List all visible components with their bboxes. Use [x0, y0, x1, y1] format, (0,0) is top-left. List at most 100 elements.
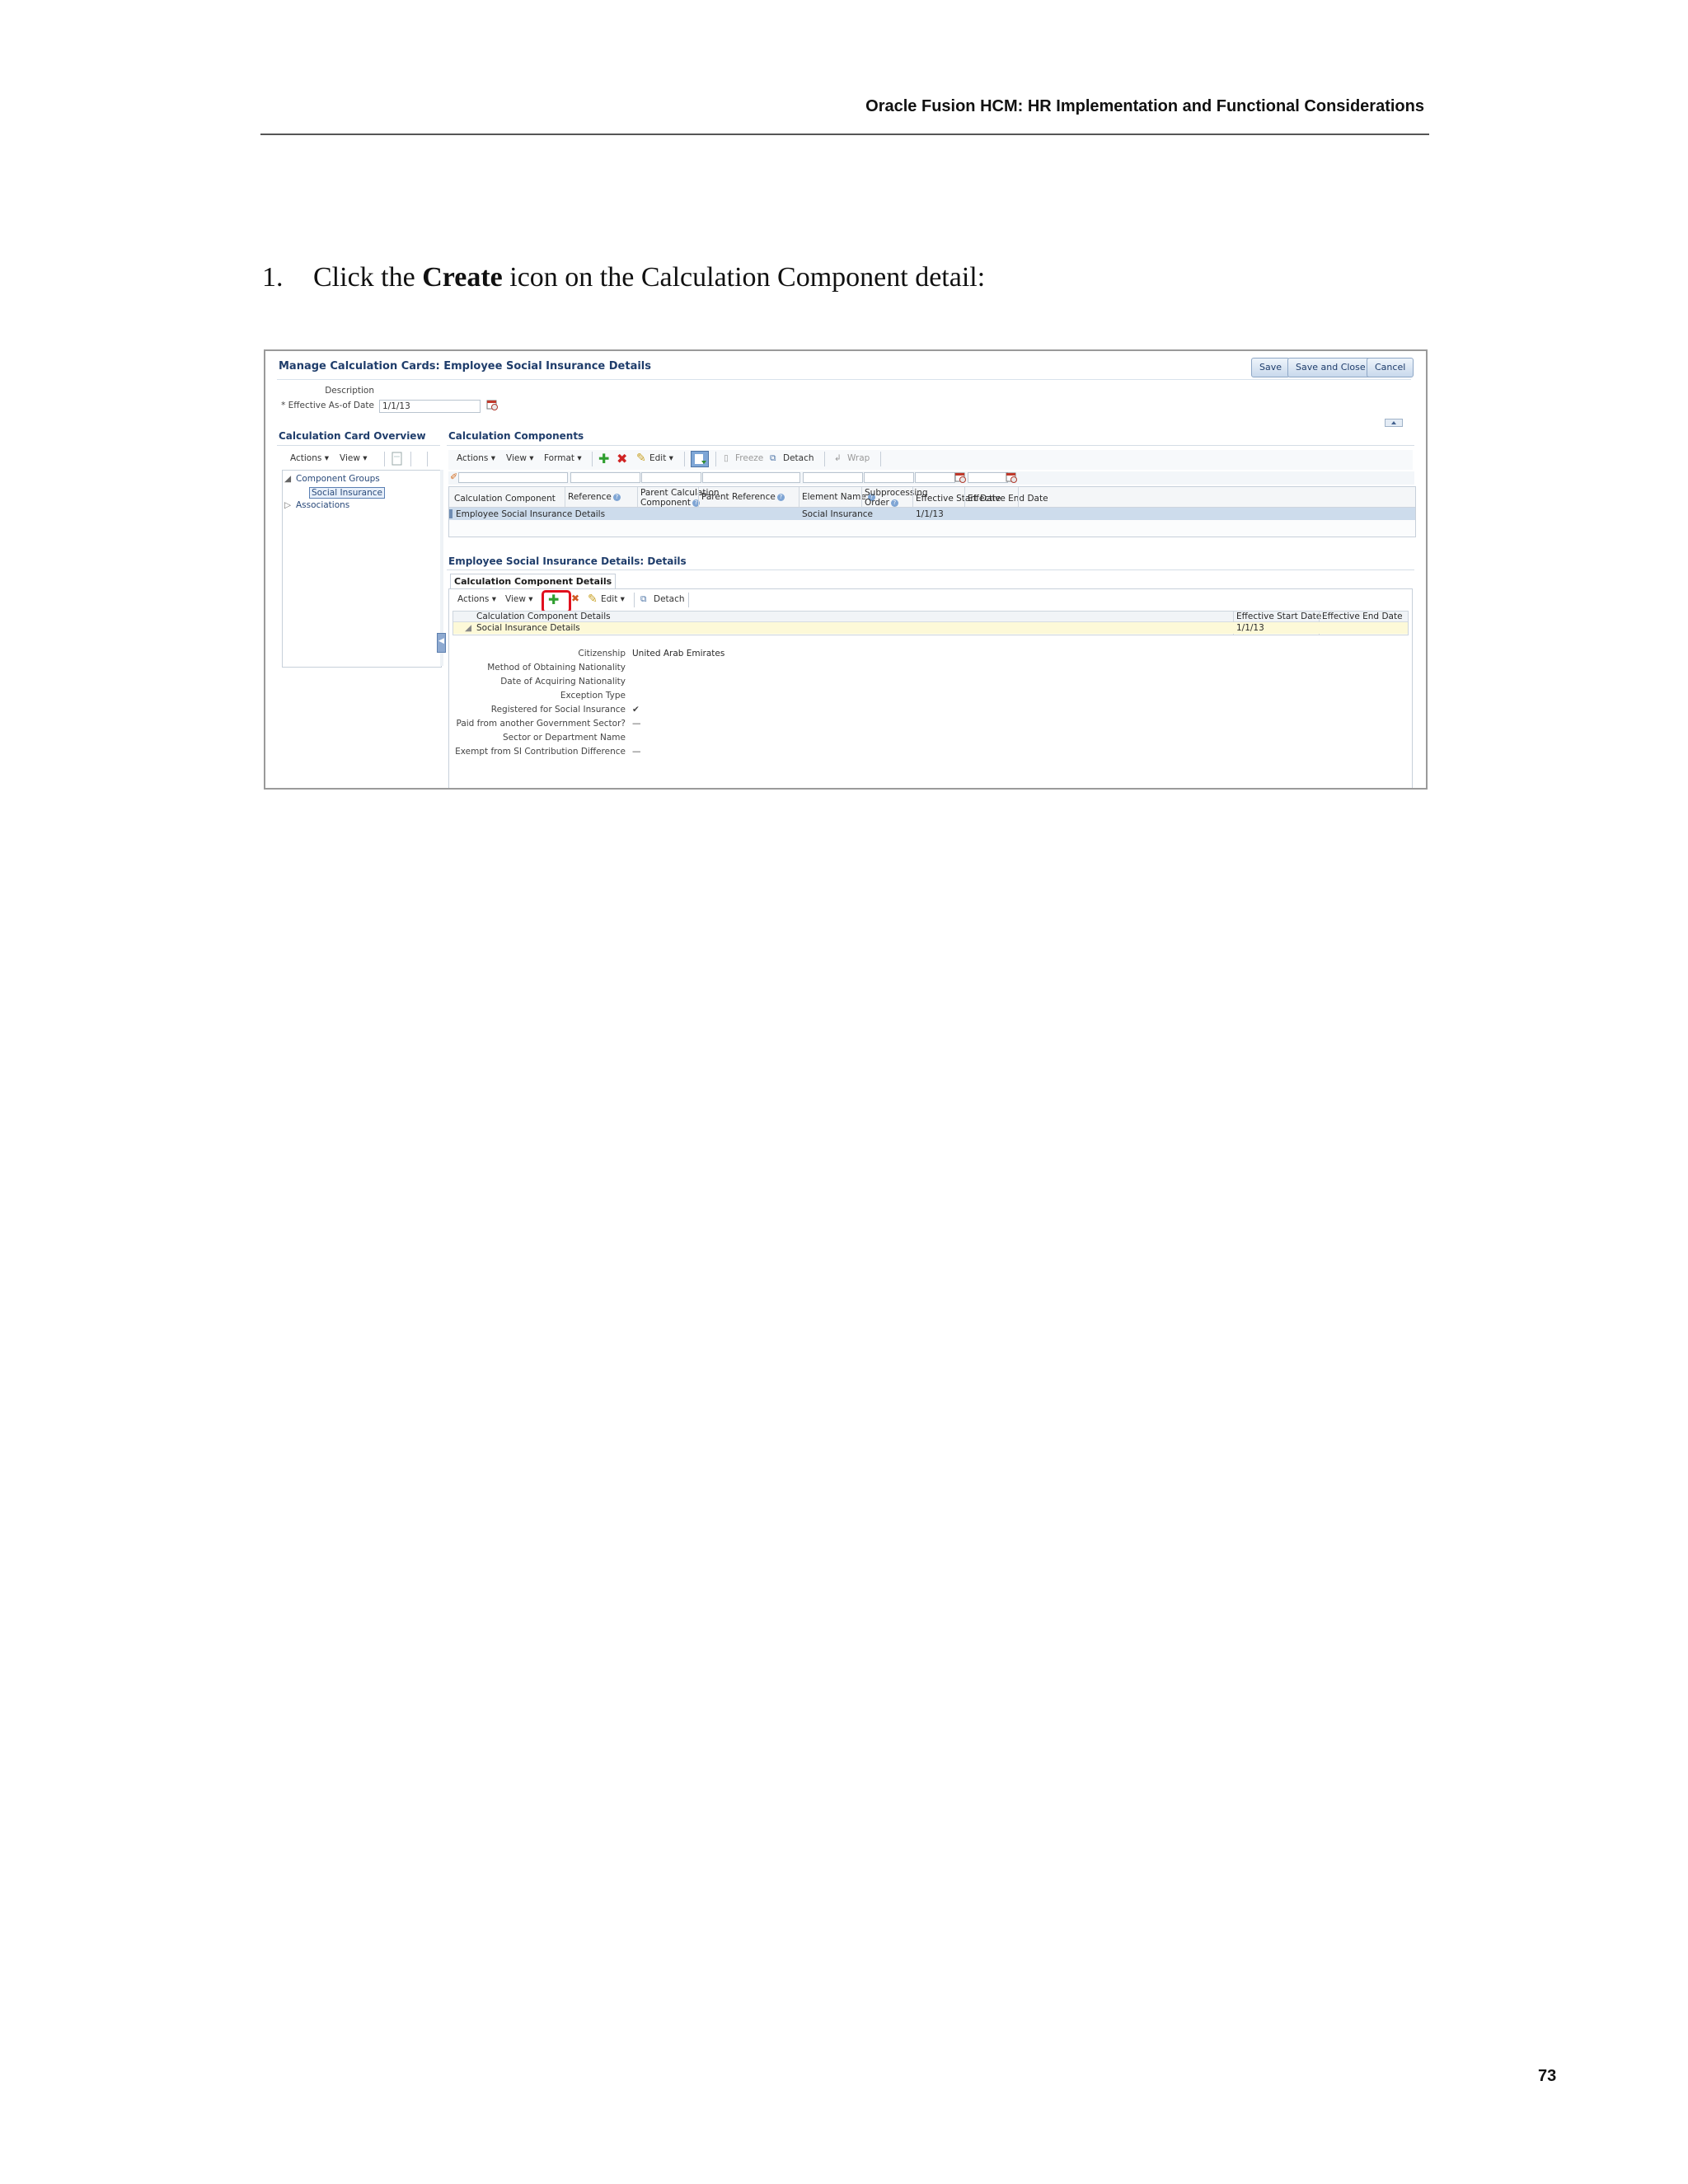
table-row[interactable]: Employee Social Insurance Details Social…	[449, 508, 1415, 520]
method-nationality-label: Method of Obtaining Nationality	[487, 663, 626, 673]
splitter-toggle[interactable]: ◀	[437, 633, 446, 653]
detach-icon[interactable]: ⧉	[770, 453, 776, 464]
tree-item-component-groups[interactable]: Component Groups	[296, 474, 380, 484]
details-col-effective-start[interactable]: Effective Start Date	[1236, 612, 1321, 621]
col-parent-reference-label: Parent Reference	[701, 492, 776, 502]
details-delete-icon[interactable]: ✖	[571, 593, 579, 604]
overview-toolbar: Actions ▾ View ▾	[279, 450, 440, 470]
components-table: Calculation Component Reference? Parent …	[448, 486, 1416, 537]
save-button[interactable]: Save	[1251, 358, 1291, 377]
filter-row: ✐	[448, 471, 1414, 485]
details-actions-menu[interactable]: Actions ▾	[457, 594, 496, 604]
row-expand-icon[interactable]: ◢	[465, 623, 471, 633]
row-effective-start: 1/1/13	[916, 509, 944, 519]
step-number: 1.	[262, 262, 284, 293]
effective-date-field[interactable]: 1/1/13	[379, 400, 481, 413]
registered-si-label: Registered for Social Insurance	[490, 705, 626, 715]
details-col-name[interactable]: Calculation Component Details	[476, 612, 611, 621]
overview-title: Calculation Card Overview	[279, 430, 426, 442]
details-form-labels: Citizenship Method of Obtaining National…	[449, 647, 626, 788]
table-row[interactable]: ◢ Social Insurance Details 1/1/13	[453, 622, 1408, 634]
overview-view-menu[interactable]: View ▾	[340, 453, 368, 463]
components-wrap-button[interactable]: Wrap	[847, 453, 870, 463]
filter-effective-end[interactable]	[968, 472, 1008, 483]
details-panel: Actions ▾ View ▾ ✚ ✖ ✎ Edit ▾ ⧉ Detach C…	[448, 588, 1413, 788]
description-label: Description	[325, 386, 374, 396]
tree-item-social-insurance[interactable]: Social Insurance	[309, 487, 385, 499]
filter-calc-component[interactable]	[458, 472, 568, 483]
citizenship-value: United Arab Emirates	[632, 649, 725, 658]
step-text-bold: Create	[422, 262, 503, 293]
clear-filter-icon[interactable]: ✐	[450, 471, 457, 482]
calendar-icon[interactable]	[486, 399, 498, 410]
details-create-icon[interactable]: ✚	[548, 592, 559, 607]
components-actions-menu[interactable]: Actions ▾	[457, 453, 495, 463]
help-icon[interactable]: ?	[612, 493, 621, 501]
details-table: Calculation Component Details Effective …	[452, 611, 1409, 635]
tree-item-associations[interactable]: Associations	[296, 500, 349, 510]
query-by-example-icon[interactable]	[691, 451, 709, 467]
filter-start-calendar-icon[interactable]	[954, 471, 966, 483]
exempt-si-label: Exempt from SI Contribution Difference	[455, 747, 626, 757]
filter-element-name[interactable]	[803, 472, 863, 483]
filter-parent-calc[interactable]	[641, 472, 701, 483]
row-element-name: Social Insurance	[802, 509, 873, 519]
create-icon[interactable]: ✚	[598, 451, 609, 466]
components-view-menu[interactable]: View ▾	[506, 453, 534, 463]
document-icon[interactable]	[391, 452, 404, 466]
details-row-name: Social Insurance Details	[476, 623, 580, 633]
details-edit-menu[interactable]: Edit ▾	[601, 594, 625, 604]
filter-end-calendar-icon[interactable]	[1006, 471, 1017, 483]
exempt-si-value: —	[632, 747, 641, 757]
components-title: Calculation Components	[448, 430, 584, 442]
details-edit-pencil-icon[interactable]: ✎	[588, 593, 598, 606]
components-detach-button[interactable]: Detach	[783, 453, 814, 463]
col-parent-reference[interactable]: Parent Reference?	[701, 492, 785, 502]
details-row-effective-start: 1/1/13	[1236, 623, 1264, 633]
components-format-menu[interactable]: Format ▾	[544, 453, 582, 463]
edit-pencil-icon[interactable]: ✎	[636, 452, 646, 465]
step-text-after: icon on the Calculation Component detail…	[502, 262, 986, 293]
overview-actions-menu[interactable]: Actions ▾	[290, 453, 329, 463]
col-effective-end[interactable]: Effective End Date	[968, 494, 1048, 504]
col-calc-component[interactable]: Calculation Component	[454, 494, 556, 504]
row-calc-component: Employee Social Insurance Details	[456, 509, 606, 519]
tree-collapse-icon[interactable]: ▷	[284, 500, 291, 510]
step-instruction: 1. Click the Create icon on the Calculati…	[262, 262, 985, 293]
tab-calc-component-details[interactable]: Calculation Component Details	[450, 574, 617, 588]
exception-type-label: Exception Type	[560, 691, 626, 701]
components-edit-menu[interactable]: Edit ▾	[649, 453, 673, 463]
details-detach-button[interactable]: Detach	[654, 594, 685, 604]
calculation-card-screenshot: Manage Calculation Cards: Employee Socia…	[264, 349, 1428, 790]
paid-government-value: —	[632, 719, 641, 729]
col-subprocessing-line2: Order	[865, 498, 889, 508]
date-nationality-label: Date of Acquiring Nationality	[500, 677, 626, 687]
components-freeze-button[interactable]: Freeze	[735, 453, 763, 463]
filter-subprocessing[interactable]	[864, 472, 914, 483]
page-header-title: Oracle Fusion HCM: HR Implementation and…	[865, 97, 1424, 115]
details-toolbar: Actions ▾ View ▾ ✚ ✖ ✎ Edit ▾ ⧉ Detach	[454, 590, 1402, 613]
effective-date-label: * Effective As-of Date	[281, 401, 374, 410]
sector-department-label: Sector or Department Name	[502, 733, 626, 743]
help-icon[interactable]: ?	[890, 499, 898, 507]
cancel-button[interactable]: Cancel	[1367, 358, 1414, 377]
col-element-name-label: Element Name	[802, 492, 866, 502]
delete-icon[interactable]: ✖	[617, 451, 627, 466]
help-icon[interactable]: ?	[776, 493, 785, 501]
overview-tree-panel: ◢ Component Groups Social Insurance ▷ As…	[282, 470, 442, 668]
wrap-icon[interactable]: ↲	[834, 453, 842, 463]
details-view-menu[interactable]: View ▾	[505, 594, 533, 604]
col-parent-calc-line2: Component	[640, 498, 691, 508]
details-col-effective-end[interactable]: Effective End Date	[1322, 612, 1403, 621]
header-divider	[260, 134, 1429, 135]
details-detach-icon[interactable]: ⧉	[640, 594, 647, 605]
filter-parent-reference[interactable]	[702, 472, 800, 483]
freeze-icon[interactable]: ▯	[724, 453, 729, 463]
tree-expand-icon[interactable]: ◢	[284, 474, 291, 484]
filter-reference[interactable]	[570, 472, 640, 483]
registered-si-check: ✔	[632, 705, 640, 715]
filter-effective-start[interactable]	[915, 472, 955, 483]
col-reference[interactable]: Reference?	[568, 492, 621, 502]
save-and-close-button[interactable]: Save and Close	[1287, 358, 1374, 377]
collapse-pane-icon[interactable]	[1385, 419, 1403, 427]
